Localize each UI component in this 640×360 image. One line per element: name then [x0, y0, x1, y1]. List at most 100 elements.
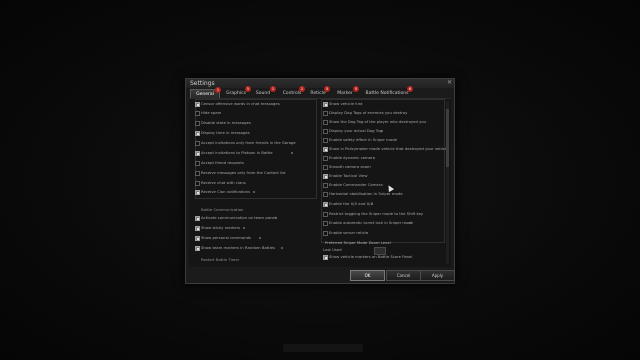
left-option-row[interactable]: Show personal commands [195, 234, 323, 241]
right-option-row[interactable]: Show the Dog Tag of the player who destr… [323, 118, 451, 125]
left-option-row[interactable]: Activate communication on team panel [195, 214, 323, 221]
info-icon[interactable] [291, 151, 293, 154]
checkbox[interactable] [195, 171, 200, 176]
option-label: Accept friend requests [201, 160, 244, 165]
left-option-row[interactable]: Show team markers in Random Battles [195, 244, 323, 251]
left-option-row[interactable]: Accept invitations to Platoon in Battle [195, 149, 323, 156]
tab-bar: General 1 Graphics 5 Sound 1 Controls 1 … [190, 86, 450, 99]
info-icon[interactable] [259, 236, 261, 239]
checkbox[interactable] [195, 121, 200, 126]
checkbox[interactable] [323, 165, 328, 170]
apply-button[interactable]: Apply [420, 270, 455, 281]
checkbox[interactable] [323, 192, 328, 197]
dialog-title: Settings [190, 80, 215, 87]
tab-label: Graphics [226, 91, 246, 96]
tab-label: General [196, 92, 214, 97]
checkbox[interactable] [195, 246, 200, 251]
checkbox[interactable] [195, 151, 200, 156]
right-option-row[interactable]: Enable automatic turret lock in Sniper m… [323, 219, 451, 226]
checkbox[interactable] [195, 181, 200, 186]
tab-battle-notifications[interactable]: Battle Notifications 6 [361, 86, 413, 98]
option-label: Enable Commander Camera [329, 182, 383, 187]
left-option-row[interactable]: Accept friend requests [195, 159, 323, 166]
checkbox[interactable] [323, 212, 328, 217]
left-option-row[interactable]: Censor offensive words in chat messages [195, 100, 323, 107]
checkbox[interactable] [323, 255, 328, 260]
info-icon[interactable] [243, 226, 245, 229]
zoom-level-value[interactable]: Last Used [323, 247, 342, 252]
tab-reticle[interactable]: Reticle 5 [307, 86, 330, 98]
checkbox[interactable] [323, 231, 328, 236]
tab-badge: 5 [353, 86, 359, 92]
option-label: Smooth camera zoom [329, 164, 371, 169]
right-option-row[interactable]: Enable Tactical View [323, 172, 451, 179]
scrollbar[interactable] [446, 101, 449, 264]
tab-sound[interactable]: Sound 1 [251, 86, 276, 98]
right-option-row[interactable]: Display Dog Tags of enemies you destroy [323, 109, 451, 116]
checkbox[interactable] [323, 138, 328, 143]
left-option-row[interactable]: Receive chat with clans [195, 179, 323, 186]
checkbox[interactable] [323, 183, 328, 188]
checkbox[interactable] [323, 129, 328, 134]
checkbox[interactable] [195, 216, 200, 221]
left-option-row[interactable]: Receive Clan notifications [195, 188, 323, 195]
checkbox[interactable] [323, 102, 328, 107]
checkbox[interactable] [195, 236, 200, 241]
checkbox[interactable] [323, 111, 328, 116]
ok-button[interactable]: OK [350, 270, 385, 281]
tab-graphics[interactable]: Graphics 5 [222, 86, 251, 98]
checkbox[interactable] [195, 226, 200, 231]
right-option-row[interactable]: Restrict toggling the Sniper mode to the… [323, 210, 451, 217]
left-option-row[interactable]: Display time in messages [195, 129, 323, 136]
settings-dialog: Settings ✕ General 1 Graphics 5 Sound 1 … [185, 78, 455, 284]
checkbox[interactable] [323, 202, 328, 207]
checkbox[interactable] [195, 102, 200, 107]
left-option-row[interactable]: Hide spam [195, 109, 323, 116]
info-icon[interactable] [275, 216, 277, 219]
checkbox[interactable] [323, 147, 328, 152]
right-option-row[interactable]: Horizontal stabilisation in Sniper mode [323, 190, 451, 197]
tab-controls[interactable]: Controls 1 [279, 86, 305, 98]
close-icon[interactable]: ✕ [447, 79, 452, 86]
right-option-row[interactable]: Show vehicle hint [323, 100, 451, 107]
restart-battle-timer-label: Restart Battle Timer [201, 257, 240, 262]
tab-marker[interactable]: Marker 5 [331, 86, 359, 98]
option-label: Receive chat with clans [201, 180, 246, 185]
right-option-row[interactable]: Show vehicle markers on Battle Score Pan… [323, 253, 451, 260]
right-option-row[interactable]: Enable server reticle [323, 229, 451, 236]
checkbox[interactable] [195, 111, 200, 116]
checkbox[interactable] [323, 174, 328, 179]
left-option-row[interactable]: Accept invitations only from friends in … [195, 139, 323, 146]
checkbox[interactable] [195, 190, 200, 195]
tab-label: Marker [337, 91, 353, 96]
info-icon[interactable] [371, 202, 373, 205]
right-option-row[interactable]: Enable the X/X and X/X [323, 200, 451, 207]
option-label: Show vehicle hint [329, 101, 363, 106]
checkbox[interactable] [323, 156, 328, 161]
right-option-row[interactable]: Enable safety effect in Sniper mode [323, 136, 451, 143]
checkbox[interactable] [323, 221, 328, 226]
right-option-row[interactable]: Show in Policymaker mode vehicle that de… [323, 145, 451, 152]
left-option-row[interactable]: Show sticky markers [195, 224, 323, 231]
zoom-level-dropdown[interactable] [374, 247, 386, 255]
checkbox[interactable] [323, 120, 328, 125]
left-option-row[interactable]: Disable state in messages [195, 119, 323, 126]
checkbox[interactable] [195, 131, 200, 136]
right-column: Show vehicle hint Display Dog Tags of en… [321, 99, 448, 267]
right-option-row[interactable]: Display your actual Dog Tag [323, 127, 451, 134]
info-icon[interactable] [281, 246, 283, 249]
section-title-battle-communication: Battle Communication [201, 207, 244, 212]
cancel-button[interactable]: Cancel [386, 270, 421, 281]
checkbox[interactable] [195, 161, 200, 166]
dialog-footer: OK Cancel Apply [346, 270, 455, 281]
right-option-row[interactable]: Enable dynamic camera [323, 154, 451, 161]
right-option-row[interactable]: Smooth camera zoom [323, 163, 451, 170]
info-icon[interactable] [253, 190, 255, 193]
info-icon[interactable] [409, 221, 411, 224]
left-option-row[interactable]: Receive messages only from the Contact l… [195, 169, 323, 176]
option-label: Hide spam [201, 110, 222, 115]
info-icon[interactable] [381, 129, 383, 132]
checkbox[interactable] [195, 141, 200, 146]
scrollbar-thumb[interactable] [446, 109, 449, 167]
option-label: Horizontal stabilisation in Sniper mode [329, 191, 403, 196]
